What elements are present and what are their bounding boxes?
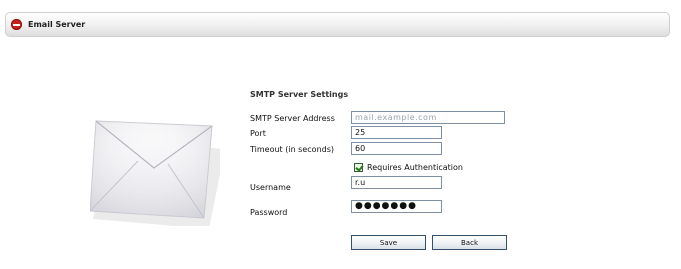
- minus-circle-icon[interactable]: [11, 19, 22, 30]
- port-field[interactable]: 25: [351, 126, 442, 139]
- port-label: Port: [250, 129, 266, 138]
- password-field[interactable]: ●●●●●●●: [351, 200, 442, 213]
- section-title: SMTP Server Settings: [250, 90, 349, 99]
- save-button[interactable]: Save: [351, 235, 426, 250]
- timeout-field[interactable]: 60: [351, 142, 442, 155]
- back-button[interactable]: Back: [432, 235, 507, 250]
- username-field[interactable]: r.u: [351, 176, 442, 189]
- panel-title: Email Server: [28, 20, 86, 29]
- smtp-address-field[interactable]: mail.example.com: [351, 111, 505, 124]
- smtp-address-label: SMTP Server Address: [250, 114, 335, 123]
- envelope-icon: [90, 120, 220, 226]
- requires-auth-checkbox[interactable]: [354, 163, 363, 172]
- username-label: Username: [250, 183, 291, 192]
- requires-auth-label: Requires Authentication: [367, 163, 463, 172]
- panel-header: Email Server: [5, 12, 670, 37]
- password-label: Password: [250, 208, 288, 217]
- timeout-label: Timeout (in seconds): [250, 145, 334, 154]
